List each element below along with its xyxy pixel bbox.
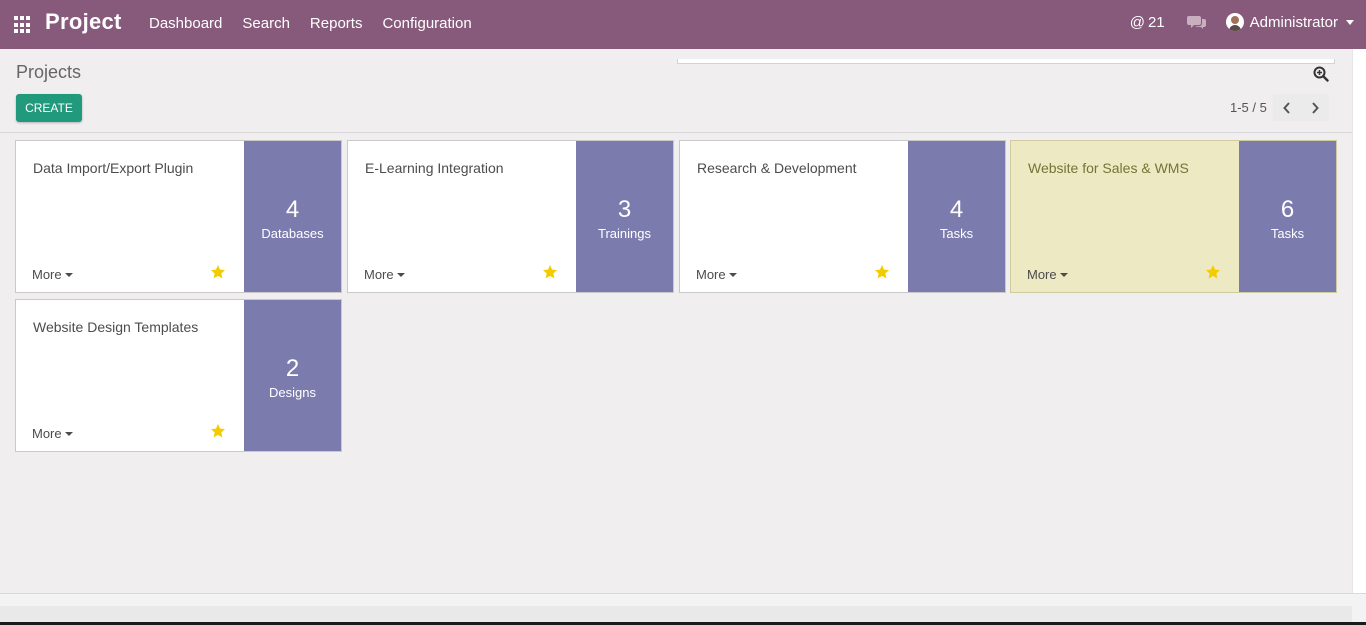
task-count: 4 xyxy=(285,196,300,223)
project-card[interactable]: Website for Sales & WMS More 6 Tasks xyxy=(1010,140,1337,293)
horizontal-scrollbar[interactable] xyxy=(0,593,1366,625)
task-count-panel[interactable]: 4 Tasks xyxy=(908,141,1005,292)
search-input[interactable] xyxy=(680,59,1300,63)
caret-down-icon xyxy=(728,272,737,277)
vertical-scrollbar[interactable] xyxy=(1352,49,1366,593)
star-icon[interactable] xyxy=(1205,264,1221,285)
more-label: More xyxy=(1027,267,1057,282)
project-name: E-Learning Integration xyxy=(365,160,504,176)
more-dropdown[interactable]: More xyxy=(1027,267,1068,282)
menu-search[interactable]: Search xyxy=(242,15,290,32)
apps-grid-icon[interactable] xyxy=(14,16,32,34)
caret-down-icon xyxy=(64,431,73,436)
project-card[interactable]: Research & Development More 4 Tasks xyxy=(679,140,1006,293)
pager-value[interactable]: 1-5 / 5 xyxy=(1230,100,1267,115)
star-icon[interactable] xyxy=(210,264,226,285)
main-menu: Dashboard Search Reports Configuration xyxy=(149,15,472,32)
menu-dashboard[interactable]: Dashboard xyxy=(149,15,222,32)
user-menu[interactable]: Administrator xyxy=(1225,13,1354,31)
menu-configuration[interactable]: Configuration xyxy=(382,15,471,32)
star-icon[interactable] xyxy=(874,264,890,285)
task-label: Tasks xyxy=(1270,226,1305,241)
card-main[interactable]: Data Import/Export Plugin More xyxy=(16,141,244,292)
task-label: Trainings xyxy=(598,226,651,241)
star-icon[interactable] xyxy=(210,423,226,444)
search-icon[interactable] xyxy=(1313,66,1329,87)
avatar xyxy=(1225,13,1244,31)
project-name: Website for Sales & WMS xyxy=(1028,160,1189,176)
more-label: More xyxy=(32,426,62,441)
task-count: 3 xyxy=(617,196,632,223)
app-title[interactable]: Project xyxy=(45,9,122,35)
chevron-right-icon xyxy=(1312,101,1319,114)
chevron-left-icon xyxy=(1283,101,1290,114)
task-label: Databases xyxy=(261,226,324,241)
more-dropdown[interactable]: More xyxy=(32,267,73,282)
chevron-down-icon xyxy=(1346,19,1354,25)
pager-previous-button[interactable] xyxy=(1273,94,1301,121)
task-count: 2 xyxy=(285,355,300,382)
card-main[interactable]: Website Design Templates More xyxy=(16,300,244,451)
card-main[interactable]: Research & Development More xyxy=(680,141,908,292)
project-name: Research & Development xyxy=(697,160,857,176)
navbar-right: @ 21 Administrator xyxy=(1130,13,1354,31)
more-dropdown[interactable]: More xyxy=(32,426,73,441)
caret-down-icon xyxy=(396,272,405,277)
main-content: Projects CREATE 1-5 / 5 Data Import/Expo… xyxy=(0,49,1352,593)
task-count-panel[interactable]: 2 Designs xyxy=(244,300,341,451)
more-label: More xyxy=(364,267,394,282)
user-name: Administrator xyxy=(1249,13,1338,31)
divider xyxy=(0,132,1352,133)
activity-button[interactable]: @ 21 xyxy=(1130,14,1165,31)
project-name: Data Import/Export Plugin xyxy=(33,160,194,176)
project-card[interactable]: Website Design Templates More 2 Designs xyxy=(15,299,342,452)
task-label: Tasks xyxy=(939,226,974,241)
at-icon: @ xyxy=(1129,13,1145,31)
create-button[interactable]: CREATE xyxy=(16,94,82,122)
more-label: More xyxy=(696,267,726,282)
task-count: 6 xyxy=(1280,196,1295,223)
caret-down-icon xyxy=(1059,272,1068,277)
project-card[interactable]: Data Import/Export Plugin More 4 Databas… xyxy=(15,140,342,293)
activity-count: 21 xyxy=(1147,13,1165,31)
task-label: Designs xyxy=(269,385,316,400)
scrollbar-track xyxy=(0,606,1352,622)
project-name: Website Design Templates xyxy=(33,319,199,335)
menu-reports[interactable]: Reports xyxy=(310,15,363,32)
task-count: 4 xyxy=(949,196,964,223)
caret-down-icon xyxy=(64,272,73,277)
breadcrumb: Projects xyxy=(16,62,82,82)
card-main[interactable]: E-Learning Integration More xyxy=(348,141,576,292)
pager-next-button[interactable] xyxy=(1301,94,1329,121)
star-icon[interactable] xyxy=(542,264,558,285)
card-main[interactable]: Website for Sales & WMS More xyxy=(1011,141,1239,292)
task-count-panel[interactable]: 3 Trainings xyxy=(576,141,673,292)
more-label: More xyxy=(32,267,62,282)
more-dropdown[interactable]: More xyxy=(364,267,405,282)
more-dropdown[interactable]: More xyxy=(696,267,737,282)
chat-icon[interactable] xyxy=(1186,15,1206,30)
task-count-panel[interactable]: 6 Tasks xyxy=(1239,141,1336,292)
project-card[interactable]: E-Learning Integration More 3 Trainings xyxy=(347,140,674,293)
task-count-panel[interactable]: 4 Databases xyxy=(244,141,341,292)
top-navbar: Project Dashboard Search Reports Configu… xyxy=(0,0,1366,49)
